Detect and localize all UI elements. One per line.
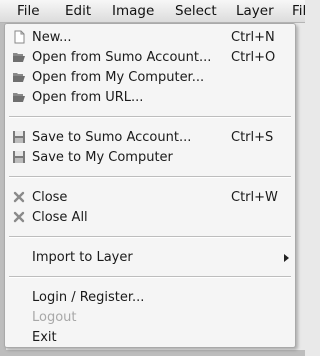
menu-item-label: Exit [32, 330, 57, 345]
file-menu-dropdown: New... Ctrl+N Open from Sumo Account... … [4, 23, 296, 348]
menu-item-open-url[interactable]: Open from URL... [5, 88, 295, 108]
menu-separator [9, 276, 291, 278]
menu-item-save-computer[interactable]: Save to My Computer [5, 148, 295, 168]
menu-item-close[interactable]: Close Ctrl+W [5, 188, 295, 208]
floppy-disk-icon [13, 131, 25, 143]
menu-item-label: Save to My Computer [32, 150, 173, 165]
menu-item-label: New... [32, 30, 72, 45]
menu-separator [9, 176, 291, 178]
menu-item-label: Import to Layer [32, 250, 133, 265]
menu-item-label: Login / Register... [32, 290, 145, 305]
close-x-icon [13, 191, 25, 203]
menu-item-save-sumo[interactable]: Save to Sumo Account... Ctrl+S [5, 128, 295, 148]
menu-separator [9, 236, 291, 238]
menu-item-open-computer[interactable]: Open from My Computer... [5, 68, 295, 88]
menu-item-close-all[interactable]: Close All [5, 208, 295, 228]
menu-item-label: Logout [32, 310, 77, 325]
menu-item-import-layer[interactable]: Import to Layer [5, 248, 295, 268]
folder-open-icon [13, 53, 25, 62]
menu-filter[interactable]: Fil [292, 3, 306, 19]
menu-item-label: Open from Sumo Account... [32, 50, 212, 65]
submenu-arrow-icon [284, 254, 289, 262]
folder-open-icon [13, 73, 25, 82]
menu-item-label: Open from My Computer... [32, 70, 205, 85]
menu-image[interactable]: Image [112, 3, 154, 19]
menu-item-shortcut: Ctrl+O [231, 50, 276, 65]
menu-file[interactable]: File [17, 3, 40, 19]
menu-edit[interactable]: Edit [65, 3, 91, 19]
menu-item-shortcut: Ctrl+W [231, 190, 278, 205]
menu-separator [9, 116, 291, 118]
menu-item-label: Close [32, 190, 68, 205]
document-icon [14, 30, 25, 44]
menu-item-open-sumo[interactable]: Open from Sumo Account... Ctrl+O [5, 48, 295, 68]
menu-item-logout: Logout [5, 308, 295, 328]
menu-bar: File Edit Image Select Layer Fil [0, 0, 306, 23]
menu-item-shortcut: Ctrl+N [231, 30, 275, 45]
folder-open-icon [13, 93, 25, 102]
menu-item-shortcut: Ctrl+S [231, 130, 274, 145]
floppy-disk-icon [13, 151, 25, 163]
menu-item-label: Close All [32, 210, 88, 225]
close-x-icon [13, 211, 25, 223]
workspace-background-bottom [0, 350, 305, 356]
menu-item-exit[interactable]: Exit [5, 328, 295, 348]
menu-item-label: Open from URL... [32, 90, 144, 105]
menu-item-new[interactable]: New... Ctrl+N [5, 28, 295, 48]
menu-item-label: Save to Sumo Account... [32, 130, 192, 145]
menu-layer[interactable]: Layer [236, 3, 274, 19]
menu-select[interactable]: Select [175, 3, 217, 19]
menu-item-login[interactable]: Login / Register... [5, 288, 295, 308]
